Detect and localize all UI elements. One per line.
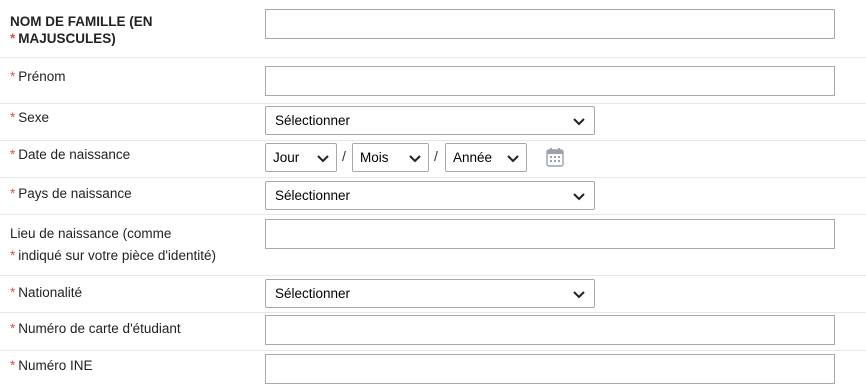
row-lieu-naissance: Lieu de naissance (comme * indiqué sur vo… (0, 214, 866, 276)
ine-label: * Numéro INE (10, 357, 93, 374)
prenom-input[interactable] (265, 66, 835, 96)
required-marker: * (10, 69, 16, 84)
carte-etudiant-input[interactable] (265, 315, 835, 345)
carte-label-text: Numéro de carte d'étudiant (18, 321, 181, 336)
prenom-label-text: Prénom (18, 69, 66, 84)
date-separator: / (434, 148, 438, 164)
nom-label: NOM DE FAMILLE (EN * MAJUSCULES) (10, 13, 153, 47)
required-marker: * (10, 31, 16, 46)
row-ine: * Numéro INE (0, 350, 866, 384)
pays-select[interactable]: Sélectionner (265, 181, 595, 210)
lieu-input[interactable] (265, 219, 835, 249)
required-marker: * (10, 248, 16, 263)
chevron-down-icon (573, 118, 585, 126)
date-label-text: Date de naissance (18, 147, 131, 162)
nom-label-line2: MAJUSCULES) (18, 31, 116, 46)
day-select[interactable]: Jour (265, 143, 337, 172)
carte-label: * Numéro de carte d'étudiant (10, 320, 181, 337)
required-marker: * (10, 147, 16, 162)
chevron-down-icon (507, 155, 519, 163)
chevron-down-icon (573, 193, 585, 201)
chevron-down-icon (317, 155, 329, 163)
lieu-label-line1: Lieu de naissance (comme (10, 226, 172, 241)
sexe-selected-value: Sélectionner (275, 113, 351, 128)
nationalite-label-text: Nationalité (18, 285, 83, 300)
ine-input[interactable] (265, 354, 835, 384)
nom-input[interactable] (265, 9, 835, 39)
sexe-select[interactable]: Sélectionner (265, 106, 595, 135)
required-marker: * (10, 110, 16, 125)
month-value: Mois (360, 150, 389, 165)
pays-selected-value: Sélectionner (275, 188, 351, 203)
row-sexe: * Sexe Sélectionner (0, 103, 866, 141)
row-pays-naissance: * Pays de naissance Sélectionner (0, 177, 866, 215)
row-date-naissance: * Date de naissance Jour / Mois / Année (0, 140, 866, 178)
date-label: * Date de naissance (10, 146, 130, 163)
required-marker: * (10, 321, 16, 336)
pays-label: * Pays de naissance (10, 185, 132, 202)
nationalite-label: * Nationalité (10, 284, 82, 301)
row-prenom: * Prénom (0, 57, 866, 104)
row-nom: NOM DE FAMILLE (EN * MAJUSCULES) (0, 0, 866, 58)
ine-label-text: Numéro INE (18, 358, 93, 373)
required-marker: * (10, 285, 16, 300)
year-value: Année (453, 150, 493, 165)
chevron-down-icon (409, 155, 421, 163)
nationalite-select[interactable]: Sélectionner (265, 279, 595, 308)
month-select[interactable]: Mois (352, 143, 429, 172)
row-carte-etudiant: * Numéro de carte d'étudiant (0, 312, 866, 351)
nom-label-line1: NOM DE FAMILLE (EN (10, 14, 153, 29)
nationalite-selected-value: Sélectionner (275, 286, 351, 301)
date-separator: / (342, 148, 346, 164)
year-select[interactable]: Année (445, 143, 527, 172)
calendar-icon[interactable] (544, 146, 566, 168)
date-group: Jour / Mois / Année (265, 143, 585, 173)
prenom-label: * Prénom (10, 68, 66, 85)
row-nationalite: * Nationalité Sélectionner (0, 275, 866, 313)
chevron-down-icon (573, 291, 585, 299)
lieu-label-line2: indiqué sur votre pièce d'identité) (18, 248, 216, 263)
pays-label-text: Pays de naissance (18, 186, 132, 201)
sexe-label-text: Sexe (18, 110, 50, 125)
required-marker: * (10, 358, 16, 373)
sexe-label: * Sexe (10, 109, 49, 126)
lieu-label: Lieu de naissance (comme * indiqué sur vo… (10, 225, 216, 264)
required-marker: * (10, 186, 16, 201)
day-value: Jour (273, 150, 300, 165)
